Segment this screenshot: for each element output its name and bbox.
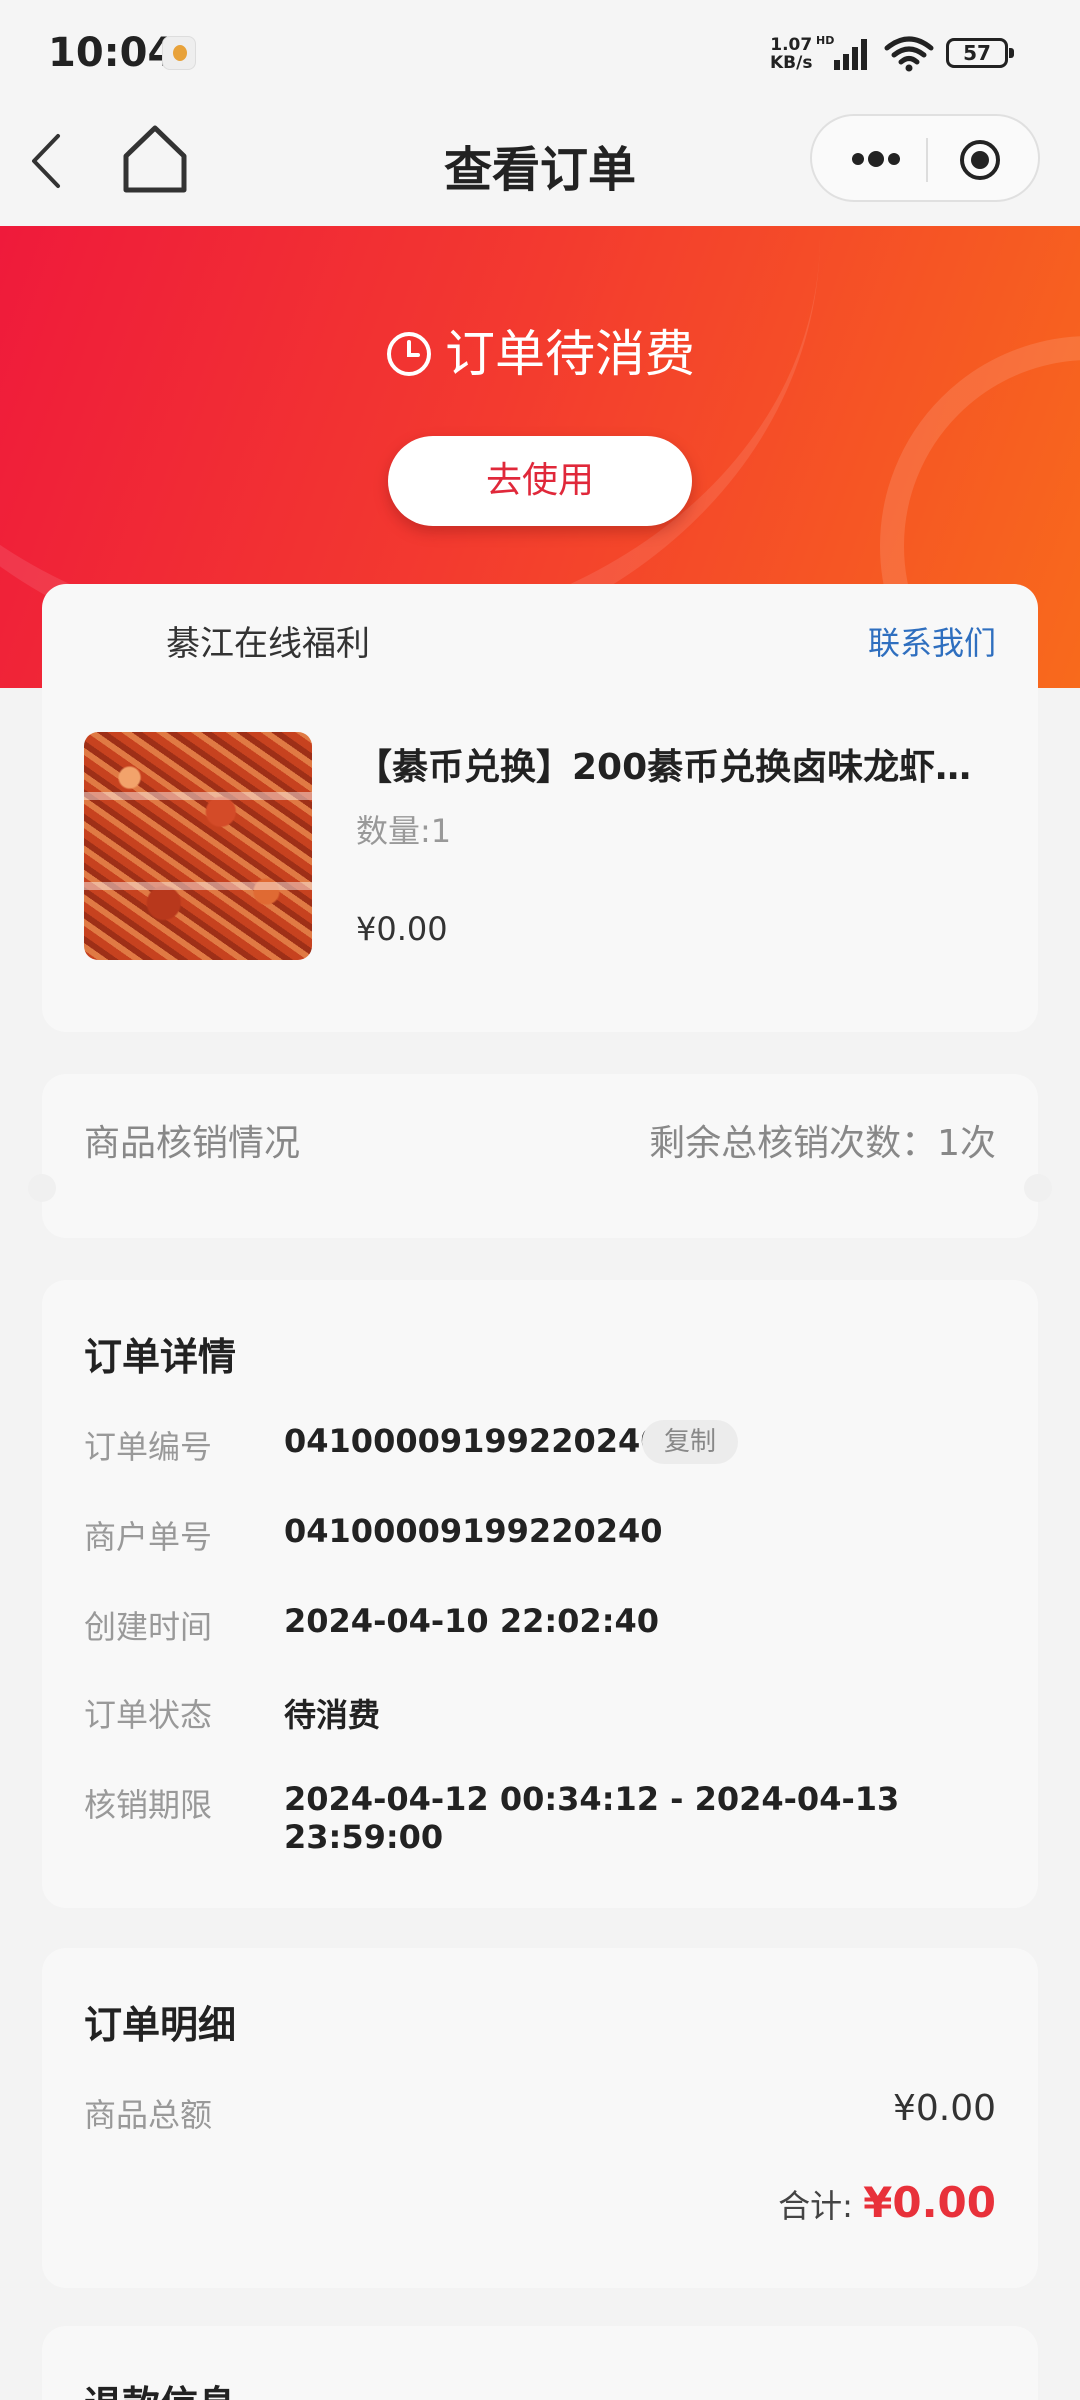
refund-card: 退款信息 xyxy=(42,2326,1038,2400)
merchant-number-label: 商户单号 xyxy=(84,1518,213,1556)
product-quantity: 数量:1 xyxy=(356,812,452,850)
order-detail-title: 订单详情 xyxy=(84,1335,237,1379)
order-total-label: 合计: xyxy=(778,2187,853,2225)
order-total-value: ¥0.00 xyxy=(863,2178,996,2227)
goods-total-label: 商品总额 xyxy=(84,2096,213,2134)
clock-icon xyxy=(387,331,431,376)
order-status-text: 订单待消费 xyxy=(445,325,695,383)
network-speed: 1.07 KB/s xyxy=(770,36,812,72)
notification-app-icon xyxy=(162,36,196,70)
verification-remaining: 剩余总核销次数：1次 xyxy=(649,1123,996,1164)
order-summary-card: 订单明细 商品总额 ¥0.00 合计: ¥0.00 xyxy=(42,1948,1038,2288)
order-status-label: 订单状态 xyxy=(84,1696,213,1734)
network-speed-unit: KB/s xyxy=(770,53,813,73)
status-bar: 10:04 1.07 KB/s HD 57 xyxy=(0,0,1080,100)
use-button[interactable]: 去使用 xyxy=(388,436,692,526)
product-price: ¥0.00 xyxy=(356,910,448,948)
order-detail-card: 订单详情 订单编号 041000091992202401 复制 商户单号 041… xyxy=(42,1280,1038,1908)
order-page: 10:04 1.07 KB/s HD 57 查看订单 订单待消费 去使用 綦江在… xyxy=(0,0,1080,2400)
ticket-notch xyxy=(1024,1174,1052,1202)
redeem-period-label: 核销期限 xyxy=(84,1786,213,1824)
product-card: 綦江在线福利 联系我们 【綦币兑换】200綦币兑换卤味龙虾… 数量:1 ¥0.0… xyxy=(42,584,1038,1032)
order-status-title: 订单待消费 xyxy=(0,314,1080,386)
order-number-label: 订单编号 xyxy=(84,1428,213,1466)
goods-total-value: ¥0.00 xyxy=(892,2088,996,2129)
created-time-value: 2024-04-10 22:02:40 xyxy=(284,1602,660,1640)
verification-card: 商品核销情况 剩余总核销次数：1次 xyxy=(28,1074,1052,1238)
signal-icon: HD xyxy=(816,34,867,70)
navigation-bar: 查看订单 xyxy=(0,100,1080,226)
battery-icon: 57 xyxy=(946,38,1014,68)
created-time-label: 创建时间 xyxy=(84,1608,213,1646)
miniprogram-capsule xyxy=(810,114,1040,202)
order-status-value: 待消费 xyxy=(284,1696,381,1734)
image-detail xyxy=(84,882,312,890)
contact-us-link[interactable]: 联系我们 xyxy=(868,618,996,664)
verification-label: 商品核销情况 xyxy=(84,1123,301,1164)
copy-button[interactable]: 复制 xyxy=(642,1420,738,1464)
shop-name: 綦江在线福利 xyxy=(166,624,370,664)
status-time: 10:04 xyxy=(48,30,176,76)
image-detail xyxy=(84,792,312,800)
product-title[interactable]: 【綦币兑换】200綦币兑换卤味龙虾… xyxy=(356,738,996,790)
merchant-number-value: 04100009199220240 xyxy=(284,1512,663,1550)
order-total: 合计: ¥0.00 xyxy=(778,2178,996,2227)
redeem-period-value: 2024-04-12 00:34:12 - 2024-04-13 23:59:0… xyxy=(284,1780,900,1856)
refund-title: 退款信息 xyxy=(84,2374,236,2400)
network-speed-value: 1.07 xyxy=(770,35,813,55)
order-number-value: 041000091992202401 xyxy=(284,1422,685,1460)
ticket-notch xyxy=(28,1174,56,1202)
more-icon[interactable] xyxy=(836,132,916,186)
product-image[interactable] xyxy=(84,732,312,960)
wifi-icon xyxy=(884,36,934,72)
order-summary-title: 订单明细 xyxy=(84,2003,237,2047)
capsule-divider xyxy=(926,138,928,182)
close-miniprogram-icon[interactable] xyxy=(958,138,1002,182)
network-hd-label: HD xyxy=(816,34,834,47)
